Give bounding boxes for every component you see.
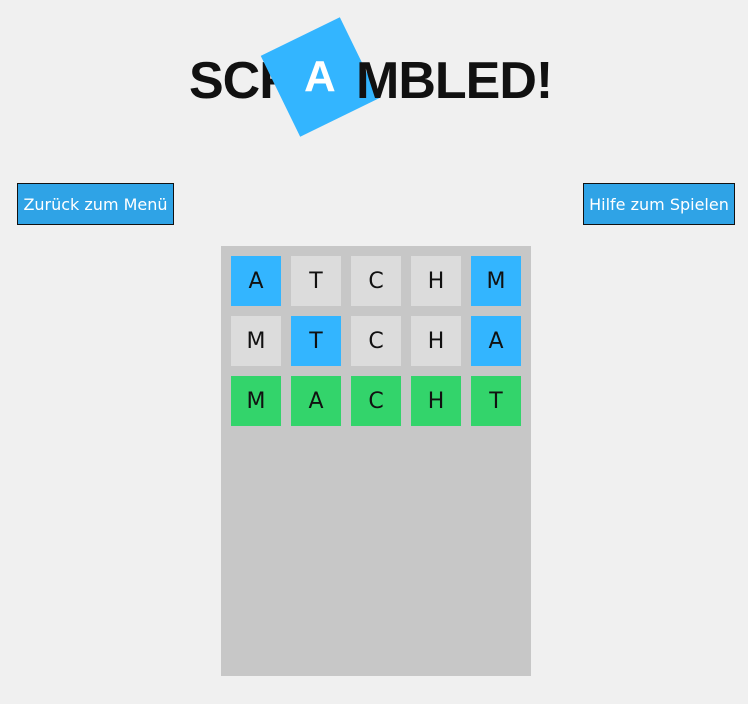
letter-tile[interactable]: A bbox=[471, 316, 521, 366]
letter-tile[interactable]: M bbox=[231, 376, 281, 426]
letter-tile[interactable]: T bbox=[471, 376, 521, 426]
letter-tile[interactable]: H bbox=[411, 316, 461, 366]
logo-text-right: MBLED! bbox=[356, 52, 553, 110]
letter-tile[interactable]: T bbox=[291, 256, 341, 306]
help-button[interactable]: Hilfe zum Spielen bbox=[583, 183, 735, 225]
letter-tile[interactable]: M bbox=[471, 256, 521, 306]
letter-tile[interactable]: A bbox=[291, 376, 341, 426]
letter-tile[interactable]: H bbox=[411, 256, 461, 306]
letter-tile[interactable]: C bbox=[351, 256, 401, 306]
letter-tile[interactable]: T bbox=[291, 316, 341, 366]
letter-tile[interactable]: M bbox=[231, 316, 281, 366]
game-logo: SCR A MBLED! bbox=[0, 0, 748, 170]
game-board: ATCHMMTCHAMACHT bbox=[221, 246, 531, 676]
back-to-menu-button[interactable]: Zurück zum Menü bbox=[17, 183, 174, 225]
letter-tile[interactable]: C bbox=[351, 376, 401, 426]
logo-tile-letter: A bbox=[304, 52, 336, 101]
letter-tile[interactable]: A bbox=[231, 256, 281, 306]
letter-tile[interactable]: C bbox=[351, 316, 401, 366]
letter-tile[interactable]: H bbox=[411, 376, 461, 426]
